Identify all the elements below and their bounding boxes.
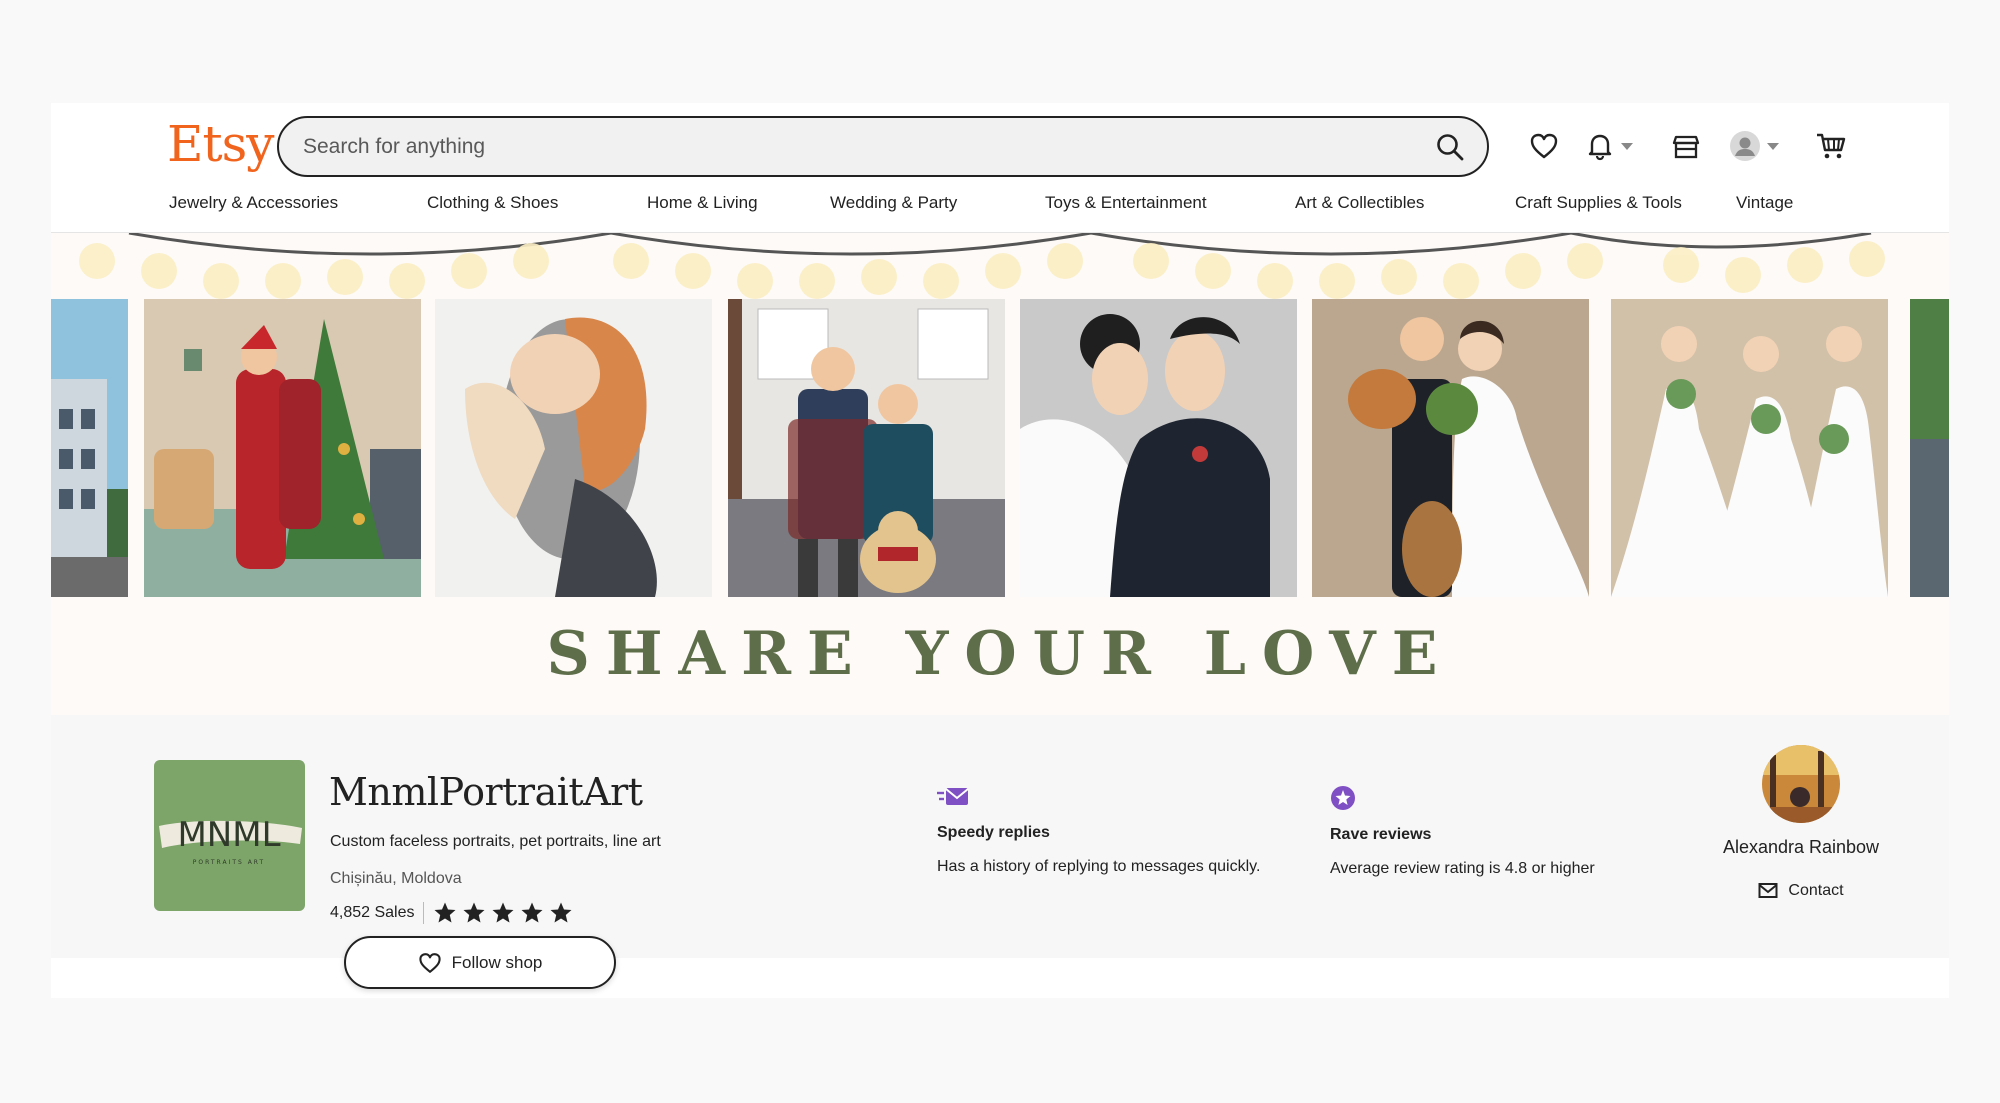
rave-reviews-icon	[1331, 786, 1355, 810]
search-input[interactable]	[303, 118, 1383, 175]
star-icon	[434, 902, 456, 923]
shop-description: Custom faceless portraits, pet portraits…	[330, 833, 661, 850]
category-jewelry-accessories[interactable]: Jewelry & Accessories	[169, 193, 338, 213]
rating-stars[interactable]	[432, 901, 574, 925]
banner-portrait-family	[728, 299, 1005, 597]
envelope-icon	[1758, 883, 1778, 898]
star-icon	[550, 902, 572, 923]
banner-portrait-wedding-dogs	[1312, 299, 1589, 597]
category-home-living[interactable]: Home & Living	[647, 193, 758, 213]
shop-banner: SHARE YOUR LOVE	[51, 233, 1949, 715]
owner-name[interactable]: Alexandra Rainbow	[1701, 837, 1901, 858]
chevron-down-icon	[1767, 142, 1779, 150]
shop-info-section: MNML PORTRAITS ART MnmlPortraitArt Custo…	[51, 715, 1949, 989]
star-icon	[492, 902, 514, 923]
banner-title: SHARE YOUR LOVE	[546, 619, 1454, 689]
feature-description: Average review rating is 4.8 or higher	[1330, 860, 1595, 877]
follow-shop-button[interactable]: Follow shop	[344, 936, 616, 989]
banner-portrait-tree	[1910, 299, 1949, 597]
feature-rave-reviews: Rave reviews Average review rating is 4.…	[1330, 785, 1710, 878]
shop-location: Chișinău, Moldova	[330, 870, 462, 887]
search-bar[interactable]	[277, 116, 1489, 177]
heart-icon	[1530, 133, 1558, 159]
shop-manager-button[interactable]	[1671, 129, 1701, 163]
category-art-collectibles[interactable]: Art & Collectibles	[1295, 193, 1424, 213]
shop-sales: 4,852 Sales	[330, 901, 574, 925]
category-nav: Jewelry & Accessories Clothing & Shoes H…	[169, 193, 1849, 223]
heart-icon	[419, 952, 441, 973]
star-icon	[521, 902, 543, 923]
shop-icon	[1672, 135, 1700, 159]
category-clothing-shoes[interactable]: Clothing & Shoes	[427, 193, 558, 213]
shop-logo-subtext: PORTRAITS ART	[193, 859, 265, 866]
banner-portrait-hug	[435, 299, 712, 597]
bell-icon	[1588, 134, 1612, 161]
banner-portrait-building	[51, 299, 128, 597]
contact-label: Contact	[1788, 882, 1844, 899]
cart-icon	[1817, 133, 1846, 159]
feature-speedy-replies: Speedy replies Has a history of replying…	[937, 785, 1317, 876]
chevron-down-icon	[1621, 142, 1633, 150]
etsy-logo[interactable]: Etsy	[167, 115, 274, 173]
feature-title: Rave reviews	[1330, 826, 1432, 843]
category-craft-supplies-tools[interactable]: Craft Supplies & Tools	[1515, 193, 1682, 213]
sales-count: 4,852 Sales	[330, 904, 415, 921]
account-icon	[1730, 131, 1760, 161]
page: Etsy Search for anything Jewelry & Acces…	[51, 103, 1949, 998]
category-toys-entertainment[interactable]: Toys & Entertainment	[1045, 193, 1207, 213]
category-wedding-party[interactable]: Wedding & Party	[830, 193, 957, 213]
shop-logo-text: MNML	[177, 815, 280, 855]
feature-title: Speedy replies	[937, 824, 1050, 841]
shop-logo: MNML PORTRAITS ART	[154, 760, 305, 911]
category-vintage[interactable]: Vintage	[1736, 193, 1793, 213]
sales-divider	[422, 902, 424, 924]
account-button[interactable]	[1729, 129, 1779, 163]
speedy-replies-icon	[937, 788, 969, 805]
cart-button[interactable]	[1815, 129, 1847, 163]
banner-portrait-wedding-kiss	[1020, 299, 1297, 597]
shop-name[interactable]: MnmlPortraitArt	[329, 770, 643, 814]
follow-shop-label: Follow shop	[451, 952, 543, 972]
avatar[interactable]	[1762, 745, 1840, 823]
favorites-button[interactable]	[1529, 129, 1559, 163]
shop-owner: Alexandra Rainbow Contact	[1701, 745, 1901, 900]
notifications-button[interactable]	[1585, 129, 1633, 163]
search-icon[interactable]	[1435, 132, 1465, 162]
banner-portrait-christmas	[144, 299, 421, 597]
string-lights	[79, 233, 1885, 299]
contact-button[interactable]: Contact	[1701, 882, 1901, 900]
feature-description: Has a history of replying to messages qu…	[937, 858, 1261, 875]
banner-portrait-brides	[1611, 299, 1888, 597]
star-icon	[463, 902, 485, 923]
